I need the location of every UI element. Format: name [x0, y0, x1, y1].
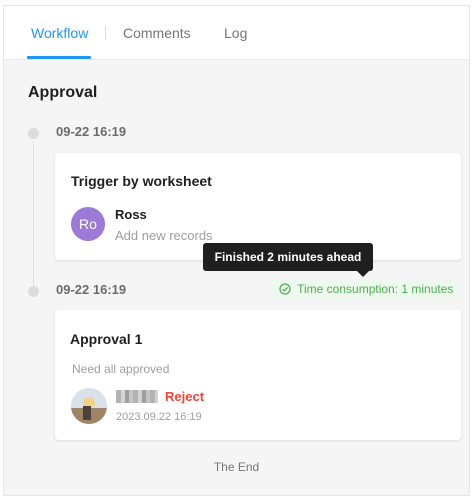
tab-comments[interactable]: Comments — [123, 25, 191, 41]
timeline-dot — [28, 128, 39, 139]
approval-date: 2023.09.22 16:19 — [116, 411, 202, 423]
time-consumption-text: Time consumption: 1 minutes — [297, 282, 454, 296]
person-action: Add new records — [115, 228, 213, 243]
tab-bar: Workflow Comments Log — [4, 6, 469, 60]
user-photo-avatar-icon — [71, 388, 107, 424]
tab-workflow[interactable]: Workflow — [31, 25, 88, 41]
card-title: Approval 1 — [70, 331, 143, 347]
tab-divider — [105, 26, 106, 40]
end-label: The End — [213, 460, 260, 474]
node-time: 09-22 16:19 — [56, 124, 127, 139]
timeline-line — [33, 141, 34, 287]
check-circle-icon — [279, 283, 291, 295]
tab-log[interactable]: Log — [224, 25, 247, 41]
card-title: Trigger by worksheet — [71, 173, 212, 189]
tooltip-arrow — [357, 271, 369, 277]
status-badge: Reject — [165, 389, 205, 404]
workflow-panel: Workflow Comments Log Approval 09-22 16:… — [3, 5, 470, 496]
approval-rule: Need all approved — [72, 362, 170, 376]
tooltip: Finished 2 minutes ahead — [203, 243, 373, 271]
approver-name-redacted — [116, 390, 158, 403]
avatar: Ro — [71, 207, 105, 241]
time-consumption-badge: Time consumption: 1 minutes — [272, 279, 461, 300]
approver-avatar — [71, 388, 107, 424]
section-title: Approval — [28, 84, 98, 101]
active-tab-indicator — [27, 56, 91, 59]
node-time: 09-22 16:19 — [56, 282, 127, 297]
timeline-dot — [28, 286, 39, 297]
person-name: Ross — [115, 207, 147, 222]
